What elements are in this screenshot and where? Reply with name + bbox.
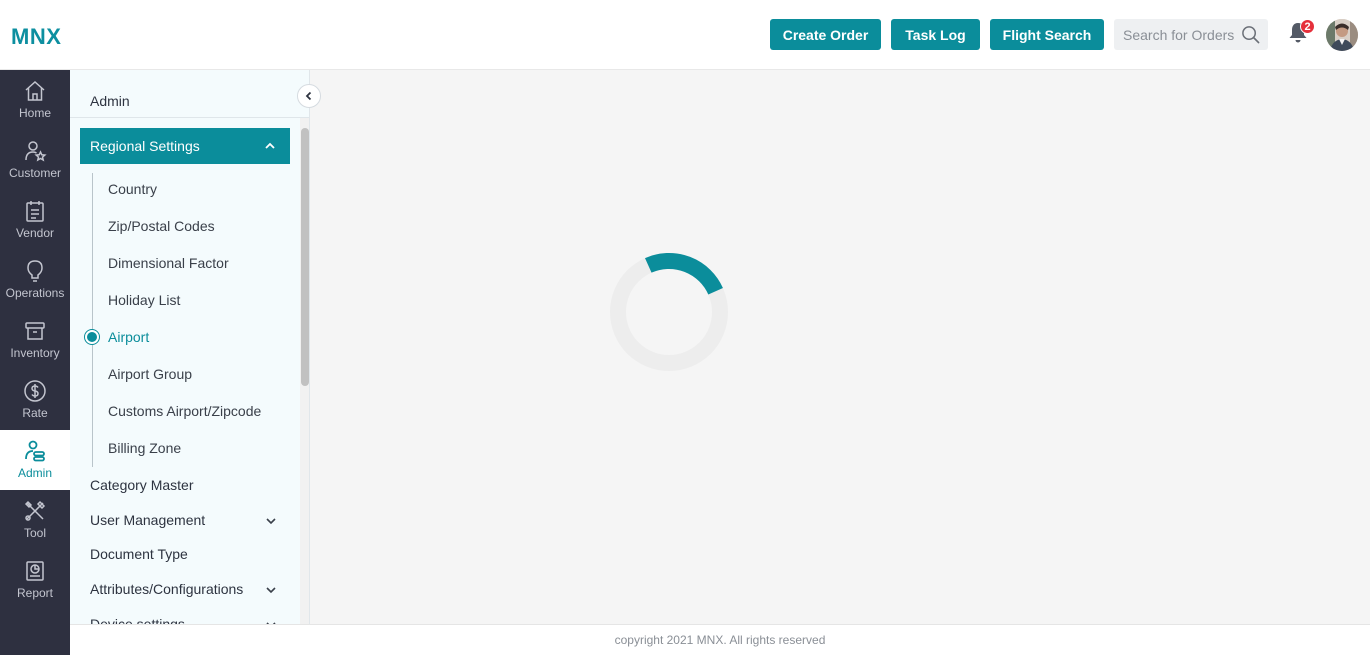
submenu-item-customs-airport-zipcode[interactable]: Customs Airport/Zipcode bbox=[108, 403, 261, 419]
search-input[interactable] bbox=[1123, 26, 1241, 43]
submenu-item-airport-group[interactable]: Airport Group bbox=[108, 366, 192, 382]
flight-search-button[interactable]: Flight Search bbox=[990, 19, 1104, 50]
user-avatar[interactable] bbox=[1326, 19, 1358, 51]
dollar-icon bbox=[24, 380, 46, 402]
menu-item-device-settings[interactable]: Device settings bbox=[90, 616, 285, 624]
admin-submenu: Admin Regional Settings Country Zip/Post… bbox=[70, 70, 310, 624]
menu-item-attributes-configurations[interactable]: Attributes/Configurations bbox=[90, 581, 285, 597]
chevron-down-icon bbox=[266, 518, 276, 525]
divider bbox=[70, 117, 309, 118]
tree-connector-line bbox=[92, 173, 93, 467]
nav-customer[interactable]: Customer bbox=[0, 130, 70, 190]
order-search bbox=[1114, 19, 1268, 50]
menu-item-document-type[interactable]: Document Type bbox=[90, 546, 285, 562]
nav-inventory[interactable]: Inventory bbox=[0, 310, 70, 370]
chevron-down-icon bbox=[266, 587, 276, 594]
nav-inventory-label: Inventory bbox=[10, 346, 60, 360]
nav-admin-label: Admin bbox=[17, 466, 52, 480]
menu-item-label: User Management bbox=[90, 512, 206, 528]
nav-operations-label: Operations bbox=[5, 286, 65, 300]
nav-rate-label: Rate bbox=[22, 406, 48, 420]
nav-vendor[interactable]: Vendor bbox=[0, 190, 70, 250]
menu-item-category-master[interactable]: Category Master bbox=[90, 477, 285, 493]
collapse-sidebar-button[interactable] bbox=[297, 84, 321, 108]
menu-group-regional-settings[interactable]: Regional Settings bbox=[80, 128, 290, 164]
page-footer: copyright 2021 MNX. All rights reserved bbox=[70, 624, 1370, 655]
nav-home[interactable]: Home bbox=[0, 70, 70, 130]
search-icon[interactable] bbox=[1241, 25, 1260, 44]
active-item-indicator-icon bbox=[84, 329, 100, 345]
main-nav-rail: Home Customer Vendor Operations Inventor… bbox=[0, 70, 70, 655]
copyright-text: copyright 2021 MNX. All rights reserved bbox=[614, 633, 826, 647]
submenu-item-airport[interactable]: Airport bbox=[108, 329, 149, 345]
menu-item-user-management[interactable]: User Management bbox=[90, 512, 285, 528]
menu-item-label: Category Master bbox=[90, 477, 194, 493]
nav-customer-label: Customer bbox=[8, 166, 61, 180]
nav-tool[interactable]: Tool bbox=[0, 490, 70, 550]
nav-operations[interactable]: Operations bbox=[0, 250, 70, 310]
submenu-item-zip-postal-codes[interactable]: Zip/Postal Codes bbox=[108, 218, 215, 234]
menu-item-label: Device settings bbox=[90, 616, 185, 624]
submenu-item-country[interactable]: Country bbox=[108, 181, 157, 197]
menu-item-label: Document Type bbox=[90, 546, 188, 562]
admin-user-icon bbox=[25, 440, 45, 462]
submenu-item-billing-zone[interactable]: Billing Zone bbox=[108, 440, 181, 456]
task-log-button[interactable]: Task Log bbox=[891, 19, 980, 50]
nav-tool-label: Tool bbox=[23, 526, 46, 540]
create-order-button[interactable]: Create Order bbox=[770, 19, 881, 50]
menu-group-label: Regional Settings bbox=[90, 138, 200, 154]
clipboard-icon bbox=[26, 201, 44, 222]
tools-icon bbox=[24, 500, 46, 521]
app-logo[interactable]: MNX bbox=[11, 24, 61, 50]
submenu-item-dimensional-factor[interactable]: Dimensional Factor bbox=[108, 255, 229, 271]
chevron-left-icon bbox=[305, 91, 312, 101]
lightbulb-icon bbox=[27, 260, 43, 282]
menu-item-label: Attributes/Configurations bbox=[90, 581, 244, 597]
nav-vendor-label: Vendor bbox=[15, 226, 55, 240]
submenu-scrollbar-thumb[interactable] bbox=[301, 128, 309, 386]
top-header: MNX Create Order Task Log Flight Search … bbox=[0, 0, 1370, 70]
report-icon bbox=[26, 561, 44, 581]
nav-rate[interactable]: Rate bbox=[0, 370, 70, 430]
customer-star-icon bbox=[25, 141, 47, 162]
box-icon bbox=[25, 322, 45, 340]
nav-admin[interactable]: Admin bbox=[0, 430, 70, 490]
nav-report[interactable]: Report bbox=[0, 550, 70, 610]
nav-home-label: Home bbox=[18, 106, 51, 120]
submenu-item-holiday-list[interactable]: Holiday List bbox=[108, 292, 180, 308]
chevron-up-icon bbox=[265, 142, 275, 149]
loading-spinner-icon bbox=[610, 252, 728, 371]
nav-report-label: Report bbox=[16, 586, 54, 600]
main-content bbox=[311, 70, 1370, 624]
notification-count-badge: 2 bbox=[1300, 19, 1315, 34]
home-icon bbox=[25, 80, 45, 101]
submenu-title: Admin bbox=[90, 93, 130, 109]
